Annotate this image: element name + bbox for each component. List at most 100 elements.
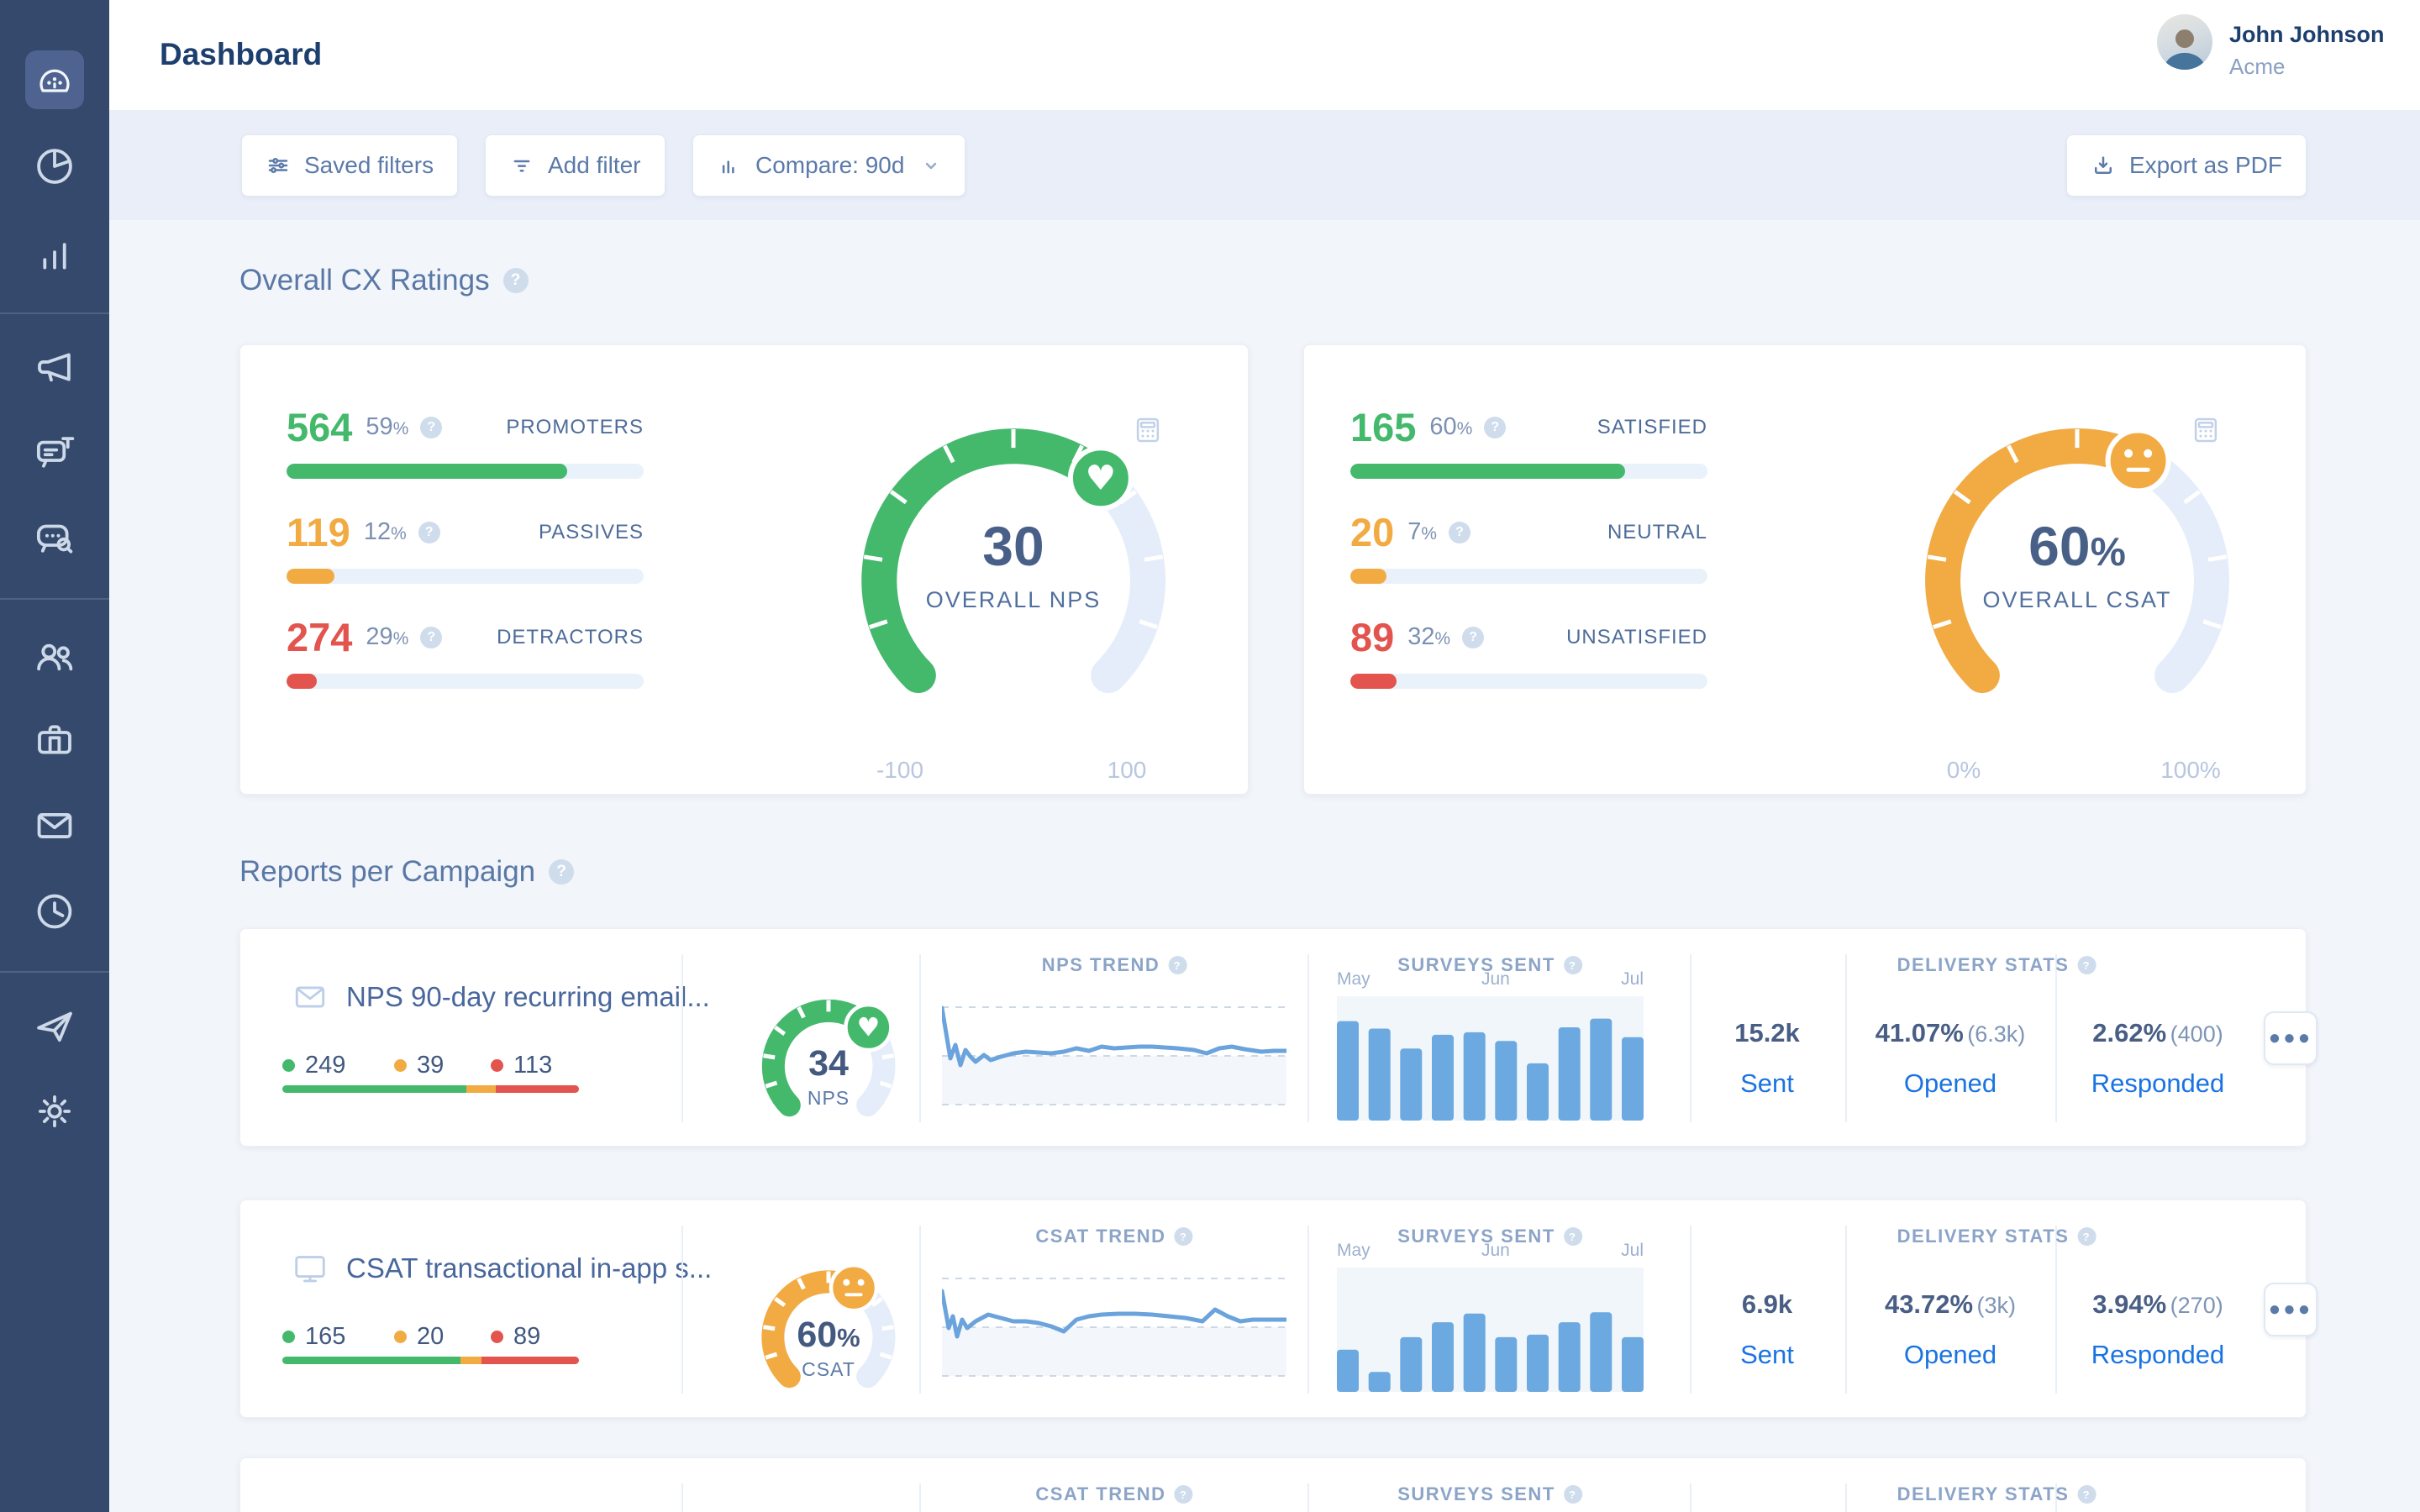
campaign-title[interactable]: NPS 90-day recurring email... (291, 978, 710, 1016)
count-stacked-bar (282, 1085, 579, 1093)
help-icon[interactable]: ? (420, 417, 442, 438)
metric-unsatisfied: 89 32% ? UNSATISFIED (1350, 614, 1707, 689)
calculator-icon[interactable] (1132, 414, 1164, 450)
help-icon[interactable]: ? (1168, 956, 1186, 974)
sidebar-item-survey-text[interactable] (0, 430, 109, 480)
count-green: 165 (282, 1323, 345, 1351)
metric-pct: 29% (366, 623, 408, 651)
sidebar-divider (0, 598, 109, 600)
overall-card-nps: 564 59% ? PROMOTERS 119 12% ? PASSIVES 2… (239, 344, 1249, 795)
help-icon[interactable]: ? (1484, 417, 1506, 438)
metric-value: 89 (1350, 614, 1394, 660)
sliders-icon (266, 153, 291, 178)
campaign-row: CSAT TREND?SURVEYS SENT?DELIVERY STATS? (239, 1457, 2307, 1512)
conversation-search-icon (32, 515, 77, 564)
metric-value: 274 (287, 614, 352, 660)
trend-header: CSAT TREND? (1035, 1483, 1192, 1505)
stat-link[interactable]: Sent (1734, 1068, 1800, 1099)
help-icon[interactable]: ? (418, 522, 440, 543)
help-icon[interactable]: ? (1175, 1485, 1193, 1504)
user-name: John Johnson (2229, 22, 2385, 48)
help-icon[interactable]: ? (549, 859, 574, 885)
metric-label: UNSATISFIED (1566, 626, 1707, 649)
campaign-gauge-value: 60% (732, 1315, 925, 1356)
metric-label: SATISFIED (1597, 416, 1707, 439)
help-icon[interactable]: ? (1175, 1227, 1193, 1246)
avatar[interactable] (2157, 14, 2212, 70)
svg-text:♥: ♥ (857, 1012, 881, 1042)
saved-filters-button[interactable]: Saved filters (241, 134, 458, 197)
help-icon[interactable]: ? (1564, 1485, 1582, 1504)
sidebar-item-briefcase[interactable] (0, 717, 109, 767)
dashboard-icon (34, 58, 75, 102)
help-icon[interactable]: ? (503, 268, 529, 293)
sidebar-divider (0, 312, 109, 314)
trend-header: CSAT TREND? (1035, 1226, 1192, 1247)
stat-sent: 6.9k Sent (1740, 1289, 1794, 1370)
add-filter-button[interactable]: Add filter (485, 134, 666, 197)
help-icon[interactable]: ? (1462, 627, 1484, 648)
gauge-min-label: 0% (1905, 757, 2023, 784)
sidebar-item-envelope[interactable] (0, 803, 109, 853)
trend-chart (942, 1274, 1286, 1389)
stat-link[interactable]: Sent (1740, 1340, 1794, 1370)
card-divider (1690, 954, 1691, 1122)
metric-satisfied: 165 60% ? SATISFIED (1350, 404, 1707, 479)
sidebar-item-dashboard[interactable] (25, 50, 84, 109)
sidebar-item-users[interactable] (0, 633, 109, 683)
campaign-gauge-label: CSAT (732, 1358, 925, 1381)
sidebar-item-clock[interactable] (0, 889, 109, 938)
page-title: Dashboard (160, 37, 322, 72)
card-divider (2055, 1226, 2057, 1394)
help-icon[interactable]: ? (2077, 1485, 2096, 1504)
chevron-down-icon (921, 155, 941, 176)
metric-bar (287, 569, 644, 584)
sidebar-item-bar-chart[interactable] (0, 233, 109, 282)
export-pdf-button[interactable]: Export as PDF (2066, 134, 2307, 197)
count-dot (491, 1331, 503, 1343)
count-orange: 20 (394, 1323, 444, 1351)
campaign-title[interactable]: CSAT transactional in-app s... (291, 1249, 712, 1288)
help-icon[interactable]: ? (420, 627, 442, 648)
metric-promoters: 564 59% ? PROMOTERS (287, 404, 644, 479)
sidebar-item-pie-chart[interactable] (0, 144, 109, 193)
count-value: 165 (305, 1323, 345, 1351)
stat-responded: 3.94% (270) Responded (2091, 1289, 2225, 1370)
count-stacked-bar (282, 1357, 579, 1364)
card-divider (1307, 954, 1309, 1122)
stat-sub: (6.3k) (1967, 1021, 2025, 1047)
help-icon[interactable]: ? (2077, 956, 2096, 974)
stat-link[interactable]: Opened (1876, 1068, 2026, 1099)
sidebar-item-conversation-search[interactable] (0, 515, 109, 564)
metric-bar (287, 464, 644, 479)
sidebar-item-paper-plane[interactable] (0, 1004, 109, 1053)
month-label: Jul (1621, 969, 1644, 990)
stat-link[interactable]: Responded (2091, 1068, 2225, 1099)
month-label: Jun (1481, 969, 1510, 990)
metric-value: 564 (287, 404, 352, 450)
campaign-row: CSAT transactional in-app s... 165 20 89… (239, 1200, 2307, 1418)
more-button[interactable]: ●●● (2264, 1283, 2317, 1336)
user-org: Acme (2229, 54, 2285, 80)
trend-chart (942, 1003, 1286, 1118)
campaign-gauge (732, 1504, 925, 1512)
gauge-value: 60% (1884, 514, 2270, 578)
compare-dropdown[interactable]: Compare: 90d (692, 134, 965, 197)
month-label: Jul (1621, 1241, 1644, 1261)
metric-value: 20 (1350, 509, 1394, 555)
gauge-label: OVERALL NPS (820, 587, 1207, 613)
stat-sub: (3k) (1977, 1293, 2017, 1318)
stat-link[interactable]: Opened (1885, 1340, 2016, 1370)
count-dot (394, 1331, 407, 1343)
count-orange: 39 (394, 1052, 444, 1079)
delivery-header-text: DELIVERY STATS (1897, 1226, 2070, 1247)
sidebar-item-gear[interactable] (0, 1089, 109, 1138)
more-button[interactable]: ●●● (2264, 1011, 2317, 1065)
calculator-icon[interactable] (2190, 414, 2222, 450)
help-icon[interactable]: ? (1449, 522, 1470, 543)
help-icon[interactable]: ? (2077, 1227, 2096, 1246)
stat-link[interactable]: Responded (2091, 1340, 2225, 1370)
metric-pct: 59% (366, 413, 408, 441)
count-green: 249 (282, 1052, 345, 1079)
sidebar-item-megaphone[interactable] (0, 344, 109, 394)
